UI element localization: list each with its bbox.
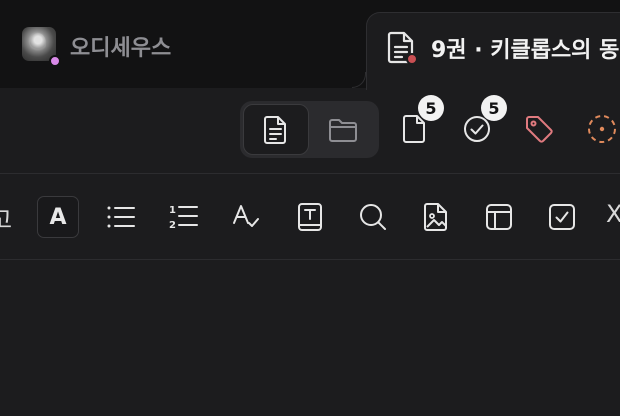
- editor-window: 오디세우스 9권 · 키클롭스의 동 5 5 고 A 1 2 X: [0, 0, 620, 416]
- editor-body[interactable]: [0, 260, 620, 416]
- pages-count-badge: 5: [418, 95, 444, 121]
- bullet-list-icon: [106, 204, 136, 230]
- image-file-icon: [423, 202, 449, 232]
- document-icon: [263, 115, 289, 145]
- text-box-button[interactable]: [289, 196, 331, 238]
- svg-text:2: 2: [169, 220, 176, 231]
- text-box-icon: [297, 202, 323, 232]
- spell-check-icon: [232, 203, 262, 231]
- dashed-circle-icon: [586, 113, 618, 145]
- tag-button[interactable]: [521, 111, 557, 147]
- folder-view-button[interactable]: [310, 104, 376, 155]
- table-icon: [485, 203, 513, 231]
- presence-dot: [49, 55, 61, 67]
- tag-icon: [523, 113, 555, 145]
- search-icon: [358, 202, 388, 232]
- numbered-list-icon: 1 2: [169, 203, 199, 231]
- pages-button[interactable]: 5: [396, 95, 444, 147]
- svg-text:1: 1: [169, 205, 176, 216]
- status-dot: [406, 53, 418, 65]
- document-view-button[interactable]: [243, 104, 309, 155]
- format-toolbar: 고 A 1 2 X: [0, 174, 620, 260]
- tab-odysseus[interactable]: 오디세우스: [0, 0, 366, 88]
- spell-check-button[interactable]: [226, 196, 268, 238]
- partial-format-button[interactable]: 고: [0, 200, 12, 235]
- tab-bar: 오디세우스 9권 · 키클롭스의 동: [0, 0, 620, 90]
- view-toggle: [240, 101, 379, 158]
- checkbox-button[interactable]: [541, 196, 583, 238]
- text-style-letter: A: [49, 204, 67, 230]
- numbered-list-button[interactable]: 1 2: [163, 196, 205, 238]
- folder-icon: [328, 117, 358, 143]
- tasks-count-badge: 5: [481, 95, 507, 121]
- search-button[interactable]: [352, 196, 394, 238]
- tab-title: 9권 · 키클롭스의 동: [431, 38, 620, 63]
- table-button[interactable]: [478, 196, 520, 238]
- text-style-button[interactable]: A: [37, 196, 79, 238]
- tab-book-9[interactable]: 9권 · 키클롭스의 동: [366, 12, 620, 90]
- tasks-button[interactable]: 5: [459, 95, 507, 147]
- tab-title: 오디세우스: [70, 36, 172, 61]
- document-toolbar: 5 5: [0, 88, 620, 174]
- status-button[interactable]: [584, 111, 620, 147]
- checkbox-icon: [548, 203, 576, 231]
- bullet-list-button[interactable]: [100, 196, 142, 238]
- partial-format-button[interactable]: X: [606, 200, 620, 228]
- image-button[interactable]: [415, 196, 457, 238]
